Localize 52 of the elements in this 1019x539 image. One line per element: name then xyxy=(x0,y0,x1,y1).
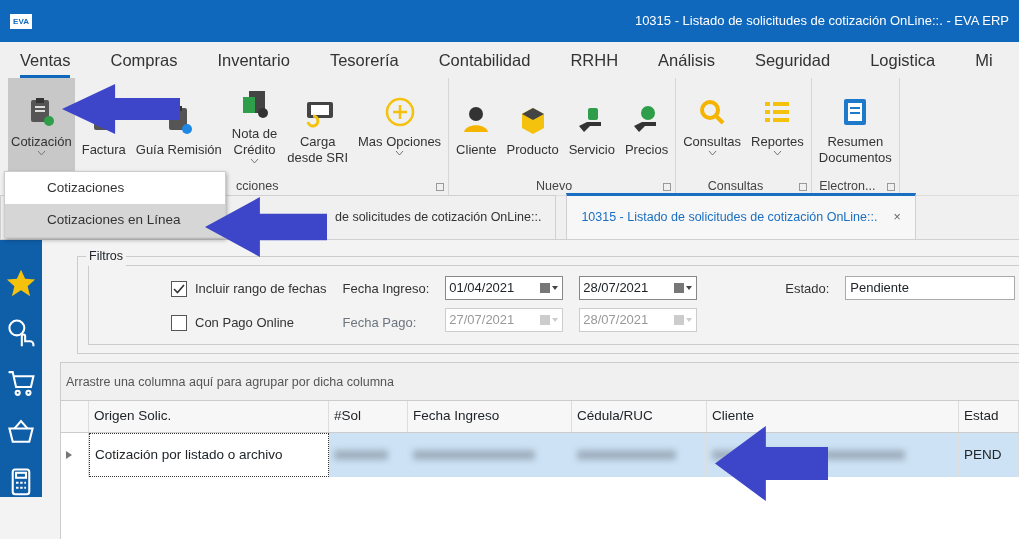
column-header[interactable]: Estad xyxy=(959,401,1019,432)
field-label: Estado: xyxy=(785,280,830,298)
window-title: 10315 - Listado de solicitudes de cotización OnLine::. - EVA ERP xyxy=(634,12,1009,31)
app-logo: EVA xyxy=(10,13,32,29)
menu-tab[interactable]: Tesorería xyxy=(329,44,399,78)
document-tab[interactable]: 10315 - Listado de solicitudes de cotización OnLine::. × xyxy=(566,193,916,239)
status-field[interactable]: Pendiente xyxy=(845,276,1016,300)
menu-tab[interactable]: Seguridad xyxy=(754,44,831,78)
field-label: Fecha Ingreso: xyxy=(342,280,430,298)
ribbon-button[interactable]: Servicio xyxy=(565,78,618,178)
menu-tab[interactable]: Contabilidad xyxy=(438,44,531,78)
menu-item[interactable]: Cotizaciones en Línea xyxy=(5,204,225,237)
column-header[interactable]: #Sol xyxy=(329,401,408,432)
column-header[interactable]: Origen Solic. xyxy=(89,401,329,432)
checkbox[interactable] xyxy=(171,281,187,297)
table-row[interactable]: Cotización por listado o archivo PEND xyxy=(61,433,1019,477)
column-header[interactable]: Fecha Ingreso xyxy=(408,401,572,432)
menu-tab[interactable]: Mi xyxy=(975,44,993,78)
ribbon-button[interactable]: Producto xyxy=(503,78,562,178)
checkbox-label: Incluir rango de fechas xyxy=(195,280,327,299)
menu-tab[interactable]: Compras xyxy=(110,44,178,78)
table-cell: PEND xyxy=(959,433,1019,477)
ribbon-button[interactable]: Carga desde SRI xyxy=(284,78,351,178)
menu-tab[interactable]: Inventario xyxy=(217,44,290,78)
date-field[interactable]: 01/04/2021 xyxy=(445,276,564,300)
group-label: Consultas xyxy=(707,179,764,193)
close-icon[interactable]: × xyxy=(893,210,901,225)
checkbox-label: Con Pago Online xyxy=(195,314,294,333)
menu-tab[interactable]: Análisis xyxy=(658,44,715,78)
table-cell: Cotización por listado o archivo xyxy=(89,433,329,477)
plus-circle-icon xyxy=(383,96,416,128)
menu-tab[interactable]: RRHH xyxy=(570,44,619,78)
row-indicator-icon xyxy=(66,451,72,459)
calendar-dropdown-icon[interactable] xyxy=(539,282,560,294)
ribbon-button[interactable]: Nota de Crédito xyxy=(228,78,281,178)
ribbon-button[interactable]: Resumen Documentos xyxy=(815,78,895,178)
field-label: Fecha Pago: xyxy=(342,314,418,332)
ribbon-button[interactable]: Cliente xyxy=(453,78,500,178)
group-label: Nuevo xyxy=(536,179,573,193)
group-label: cciones xyxy=(236,179,279,193)
ribbon-button[interactable]: Reportes xyxy=(748,78,807,178)
column-header[interactable]: Cédula/RUC xyxy=(572,401,707,432)
ribbon-button[interactable]: Precios xyxy=(621,78,672,178)
checkbox[interactable] xyxy=(171,315,187,331)
calendar-dropdown-icon[interactable] xyxy=(673,282,694,294)
ribbon-button[interactable]: Mas Opciones xyxy=(355,78,445,178)
group-label: Electron... xyxy=(819,179,876,193)
date-field[interactable]: 28/07/2021 xyxy=(579,276,698,300)
ribbon-button[interactable]: Consultas xyxy=(680,78,745,178)
menu-tab[interactable]: Logistica xyxy=(870,44,936,78)
menu-item[interactable]: Cotizaciones xyxy=(5,172,225,205)
group-by-hint: Arrastre una columna aquí para agrupar por dicha columna xyxy=(61,363,1019,401)
